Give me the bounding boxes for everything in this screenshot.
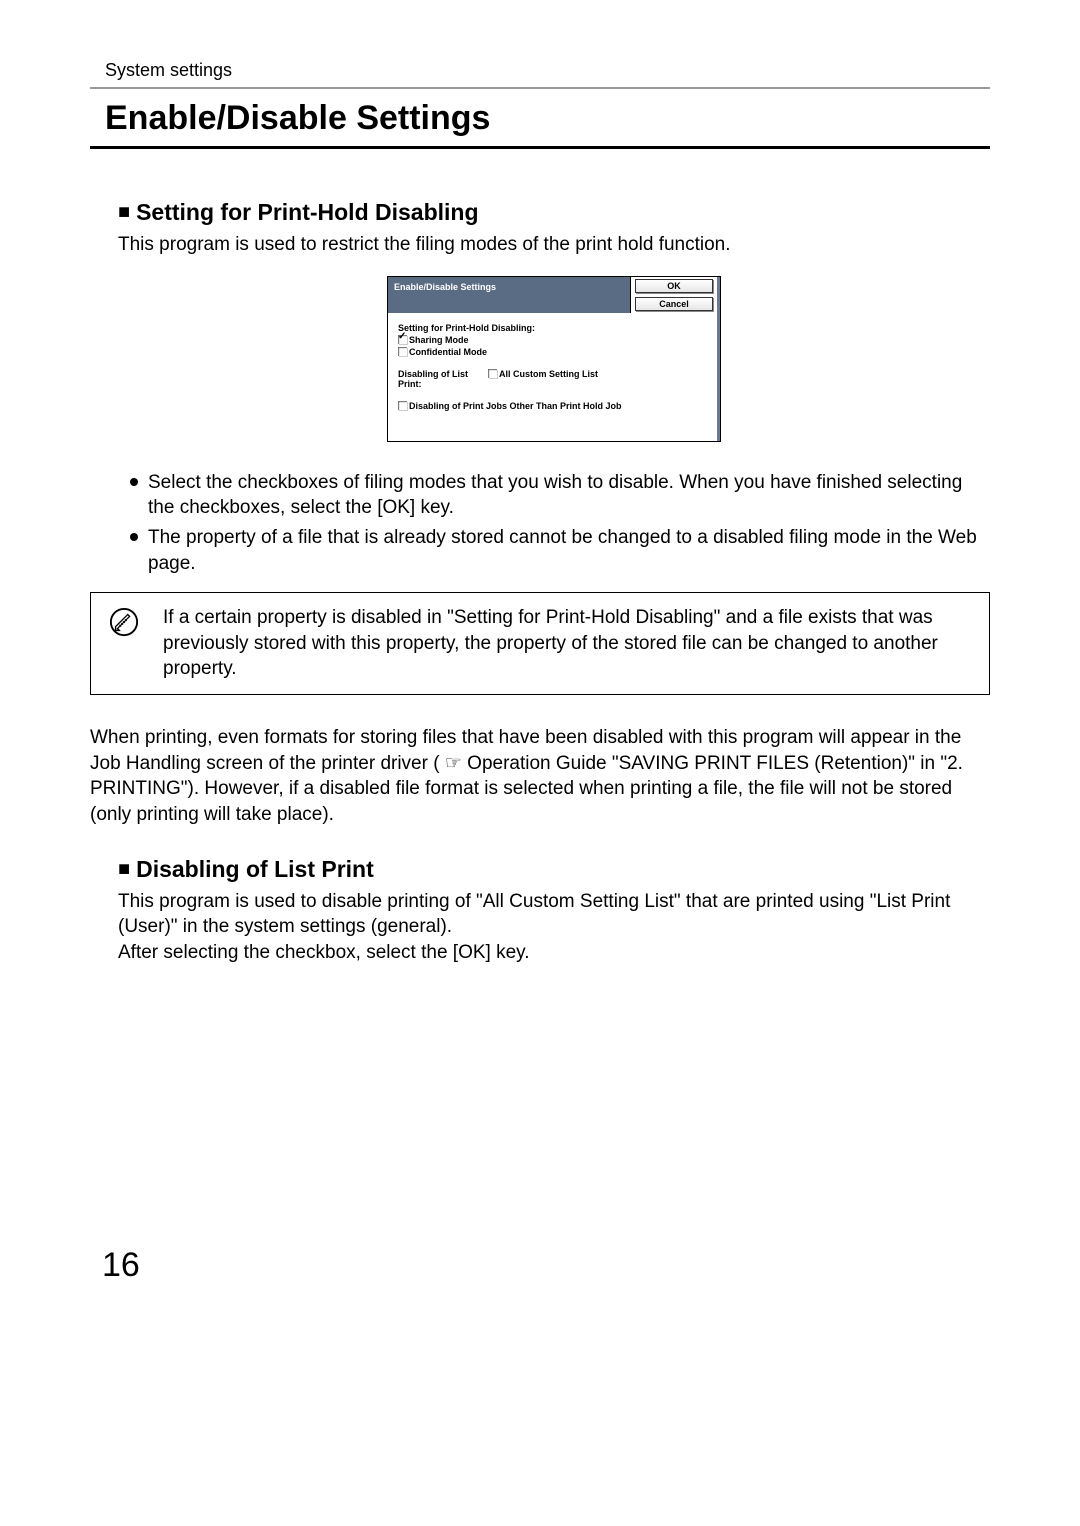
bullet-item: The property of a file that is already s…: [130, 525, 990, 576]
paragraph-after-note: When printing, even formats for storing …: [90, 725, 990, 828]
divider-thin: [90, 87, 990, 89]
breadcrumb: System settings: [105, 60, 990, 81]
option-all-custom-setting-list: All Custom Setting List: [499, 369, 598, 379]
divider-thick: [90, 146, 990, 149]
page-title: Enable/Disable Settings: [105, 99, 990, 138]
group-label-print-hold: Setting for Print-Hold Disabling:: [398, 323, 707, 333]
pointing-hand-icon: ☞: [445, 753, 462, 774]
square-bullet-icon: ■: [118, 858, 130, 881]
settings-dialog: Enable/Disable Settings OK Cancel Settin…: [387, 276, 721, 442]
page-number: 16: [102, 1246, 990, 1285]
checkbox-sharing-mode[interactable]: [398, 335, 407, 344]
checkbox-disable-other-jobs[interactable]: [398, 401, 407, 410]
ok-button[interactable]: OK: [635, 279, 713, 293]
section-heading-print-hold: ■ Setting for Print-Hold Disabling: [118, 199, 990, 226]
option-disable-other-jobs: Disabling of Print Jobs Other Than Print…: [409, 401, 622, 411]
checkbox-all-custom-setting-list[interactable]: [488, 369, 497, 378]
section-heading-list-print: ■ Disabling of List Print: [118, 856, 990, 883]
note-pencil-icon: [109, 607, 139, 637]
section-heading-text: Disabling of List Print: [136, 856, 374, 882]
checkbox-confidential-mode[interactable]: [398, 347, 407, 356]
section-list-print-text: This program is used to disable printing…: [118, 889, 990, 966]
option-confidential-mode: Confidential Mode: [409, 347, 487, 357]
bullet-item: Select the checkboxes of filing modes th…: [130, 470, 990, 521]
square-bullet-icon: ■: [118, 201, 130, 224]
option-sharing-mode: Sharing Mode: [409, 335, 469, 345]
note-text: If a certain property is disabled in "Se…: [163, 605, 971, 682]
dialog-title: Enable/Disable Settings: [388, 277, 631, 313]
group-label-list-print-1: Disabling of List: [398, 369, 488, 379]
note-box: If a certain property is disabled in "Se…: [90, 592, 990, 695]
cancel-button[interactable]: Cancel: [635, 297, 713, 311]
group-label-list-print-2: Print:: [398, 379, 488, 389]
section-intro: This program is used to restrict the fil…: [118, 232, 990, 258]
section-heading-text: Setting for Print-Hold Disabling: [136, 199, 478, 225]
